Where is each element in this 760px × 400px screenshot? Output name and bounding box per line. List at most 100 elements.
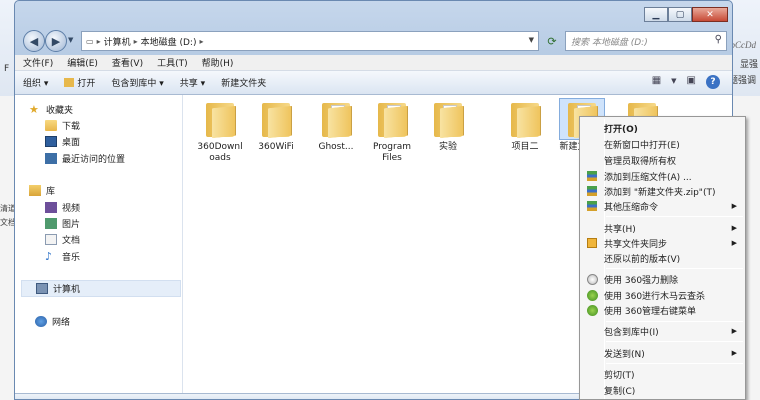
menu-force-delete-label: 使用 360强力删除 [604,275,679,286]
open-button[interactable]: 打开 [64,76,95,89]
nav-documents[interactable]: 文档 [45,233,80,246]
menu-open[interactable]: 打开(O) [582,120,743,136]
share-button[interactable]: 共享 ▾ [180,76,205,89]
folder-ghost[interactable]: Ghost... [309,99,363,153]
submenu-arrow-icon: ▶ [731,327,737,335]
refresh-icon[interactable]: ⟳ [543,32,561,50]
menu-open-new-window[interactable]: 在新窗口中打开(E) [582,136,743,152]
help-icon[interactable]: ? [706,75,720,89]
360-security-icon [586,304,598,316]
nav-recent-label: 最近访问的位置 [62,155,126,165]
menu-trojan-scan-label: 使用 360进行木马云查杀 [604,291,706,302]
breadcrumb-local-disk[interactable]: 本地磁盘 (D:) [141,35,197,48]
file-label: 项目二 [511,142,539,152]
address-dropdown-icon[interactable]: ▼ [529,36,534,44]
menu-view[interactable]: 查看(V) [112,56,143,69]
picture-library-icon [45,218,57,229]
breadcrumb-computer[interactable]: 计算机 [104,35,131,48]
minimize-button[interactable]: ▁ [644,7,668,22]
change-view-icon[interactable]: ▦ [652,75,661,89]
nav-pictures[interactable]: 图片 [45,217,80,230]
nav-favorites[interactable]: ★ 收藏夹 [29,103,73,116]
menu-send-to[interactable]: 发送到(N) ▶ [582,345,743,361]
back-button[interactable]: ◀ [23,30,45,52]
nav-libraries-label: 库 [46,187,56,197]
menu-file[interactable]: 文件(F) [23,56,53,69]
menu-share[interactable]: 共享(H) ▶ [582,220,743,236]
menu-include-library-label: 包含到库中(I) [604,327,659,338]
folder-360downloads[interactable]: 360Downloads [193,99,247,164]
address-bar[interactable]: ▭ ▸ 计算机 ▸ 本地磁盘 (D:) ▸ ▼ [81,31,539,51]
menu-separator [606,268,743,269]
context-menu: 打开(O) 在新窗口中打开(E) 管理员取得所有权 添加到压缩文件(A) ...… [579,116,746,400]
menu-360-manage-context[interactable]: 使用 360管理右键菜单 [582,302,743,318]
nav-libraries[interactable]: 库 [29,184,55,197]
close-button[interactable]: ✕ [692,7,728,22]
organize-button[interactable]: 组织 ▾ [23,76,48,89]
menu-take-ownership-label: 管理员取得所有权 [604,156,677,167]
nav-downloads[interactable]: 下载 [45,119,80,132]
include-library-button[interactable]: 包含到库中 ▾ [111,76,163,89]
computer-icon [36,283,48,294]
menu-add-zip[interactable]: 添加到 "新建文件夹.zip"(T) [582,183,743,199]
menu-tools[interactable]: 工具(T) [157,56,188,69]
nav-music[interactable]: ♪ 音乐 [45,250,80,263]
folder-experiment[interactable]: 实验 [421,99,475,153]
nav-recent-places[interactable]: 最近访问的位置 [45,152,125,165]
view-dropdown-icon[interactable]: ▼ [671,75,676,89]
menu-other-compress-label: 其他压缩命令 [604,202,659,213]
star-icon: ★ [29,103,39,116]
new-folder-button[interactable]: 新建文件夹 [221,76,266,89]
menu-edit[interactable]: 编辑(E) [67,56,98,69]
chevron-right-icon[interactable]: ▸ [134,37,138,46]
submenu-arrow-icon: ▶ [731,349,737,357]
menu-add-archive[interactable]: 添加到压缩文件(A) ... [582,168,743,184]
menu-open-new-window-label: 在新窗口中打开(E) [604,140,680,151]
preview-pane-icon[interactable]: ▣ [687,75,696,89]
nav-network[interactable]: 网络 [35,315,70,328]
menu-360-trojan-scan[interactable]: 使用 360进行木马云查杀 [582,287,743,303]
menu-cut-label: 剪切(T) [604,370,635,381]
menu-cut[interactable]: 剪切(T) [582,366,743,382]
menu-help[interactable]: 帮助(H) [202,56,234,69]
menu-copy-label: 复制(C) [604,386,636,397]
file-label: 360Downloads [197,142,243,163]
background-ruler-mark: F [4,64,10,74]
maximize-button[interactable]: ▢ [668,7,692,22]
archive-icon [587,201,597,211]
folder-project-two[interactable]: 项目二 [498,99,552,153]
menu-360-force-delete[interactable]: 使用 360强力删除 [582,271,743,287]
open-label: 打开 [77,79,96,89]
computer-icon: ▭ [86,36,94,46]
background-ribbon-label: 显强 [739,60,758,70]
shredder-icon [586,273,598,285]
nav-favorites-label: 收藏夹 [46,106,74,116]
menu-share-sync[interactable]: 共享文件夹同步 ▶ [582,235,743,251]
nav-videos-label: 视频 [62,204,81,214]
menu-add-zip-label: 添加到 "新建文件夹.zip"(T) [604,187,716,198]
chevron-right-icon[interactable]: ▸ [199,37,203,46]
folder-program-files[interactable]: Program Files [365,99,419,164]
menu-restore-versions[interactable]: 还原以前的版本(V) [582,250,743,266]
forward-button[interactable]: ▶ [45,30,67,52]
search-input[interactable]: 搜索 本地磁盘 (D:) ⚲ [565,31,727,51]
menu-other-compress[interactable]: 其他压缩命令 ▶ [582,198,743,214]
nav-downloads-label: 下载 [62,122,81,132]
menu-copy[interactable]: 复制(C) [582,382,743,398]
search-icon[interactable]: ⚲ [715,34,722,45]
background-ribbon-label-2: 题强调 [728,76,756,86]
360-security-icon [586,289,598,301]
folder-360wifi[interactable]: 360WiFi [249,99,303,153]
recent-pages-dropdown[interactable]: ▼ [68,36,73,44]
menu-include-library[interactable]: 包含到库中(I) ▶ [582,323,743,339]
nav-computer-label: 计算机 [53,285,81,295]
nav-computer[interactable]: 计算机 [21,280,181,297]
nav-videos[interactable]: 视频 [45,201,80,214]
menu-take-ownership[interactable]: 管理员取得所有权 [582,152,743,168]
file-label: Ghost... [318,142,354,152]
nav-desktop[interactable]: 桌面 [45,135,80,148]
file-label: 360WiFi [258,142,294,152]
command-bar: 组织 ▾ 打开 包含到库中 ▾ 共享 ▾ 新建文件夹 ▦ ▼ ▣ ? [15,71,732,95]
file-label: 实验 [438,142,457,152]
open-icon [64,78,75,87]
